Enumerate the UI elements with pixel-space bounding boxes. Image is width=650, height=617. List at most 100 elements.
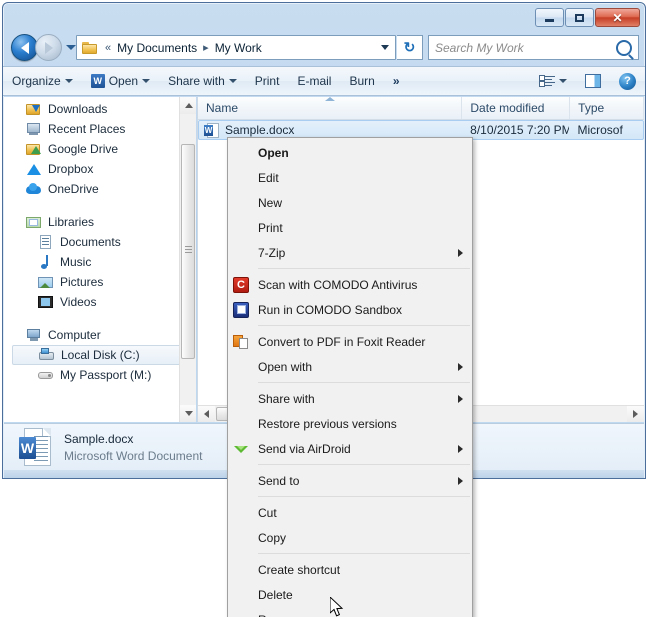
submenu-chevron-right-icon (458, 362, 463, 371)
chevron-down-icon (184, 411, 193, 416)
menu-item-rename[interactable]: Rename (228, 607, 472, 617)
preview-pane-icon (585, 74, 601, 88)
menu-item-open-with[interactable]: Open with (228, 354, 472, 379)
breadcrumb-item-my-work[interactable]: My Work (212, 40, 265, 56)
minimize-button[interactable] (535, 8, 564, 27)
menu-item-copy[interactable]: Copy (228, 525, 472, 550)
comodo-antivirus-icon: C (233, 276, 249, 293)
menu-item-create-shortcut[interactable]: Create shortcut (228, 557, 472, 582)
menu-item-cut[interactable]: Cut (228, 500, 472, 525)
menu-item-new[interactable]: New (228, 190, 472, 215)
help-button[interactable]: ? (611, 69, 644, 93)
menu-item-send-via-airdroid[interactable]: Send via AirDroid (228, 436, 472, 461)
cell-name: Sample.docx (199, 122, 462, 138)
foxit-pdf-icon (233, 334, 249, 350)
address-bar[interactable]: « My Documents ▸ My Work (76, 35, 396, 60)
context-menu-separator (258, 268, 470, 269)
scroll-up-button[interactable] (180, 97, 196, 114)
details-file-name: Sample.docx (64, 432, 134, 446)
sidebar-item-recent-places[interactable]: Recent Places (4, 119, 196, 139)
menu-item-restore-previous-versions[interactable]: Restore previous versions (228, 411, 472, 436)
sidebar-item-label: Pictures (60, 275, 104, 289)
help-icon: ? (619, 72, 636, 90)
menu-item-send-to[interactable]: Send to (228, 468, 472, 493)
sidebar-item-pictures[interactable]: Pictures (4, 272, 196, 292)
show-preview-pane-button[interactable] (577, 69, 609, 93)
column-header-date-modified[interactable]: Date modified (462, 97, 571, 119)
word-document-icon (204, 122, 219, 138)
chevron-up-icon (184, 103, 193, 108)
menu-item-label: New (258, 195, 283, 210)
sidebar-item-documents[interactable]: Documents (4, 232, 196, 252)
search-input[interactable]: Search My Work (428, 35, 639, 60)
sidebar-item-computer[interactable]: Computer (4, 325, 196, 345)
open-button[interactable]: W Open (83, 69, 158, 93)
print-button[interactable]: Print (247, 69, 288, 93)
word-letter: W (19, 436, 36, 459)
maximize-icon (575, 13, 584, 22)
menu-item-label: Open with (258, 359, 313, 374)
menu-item-7-zip[interactable]: 7-Zip (228, 240, 472, 265)
column-header-type[interactable]: Type (570, 97, 644, 119)
sidebar-item-music[interactable]: Music (4, 252, 196, 272)
scrollbar-thumb[interactable] (181, 144, 195, 359)
menu-item-scan-with-comodo-antivirus[interactable]: C Scan with COMODO Antivirus (228, 272, 472, 297)
address-row: « My Documents ▸ My Work ↻ Search My Wor… (3, 31, 645, 65)
sidebar-item-google-drive[interactable]: Google Drive (4, 139, 196, 159)
sidebar-item-dropbox[interactable]: Dropbox (4, 159, 196, 179)
sidebar-item-onedrive[interactable]: OneDrive (4, 179, 196, 199)
breadcrumb-chevrons[interactable]: « (105, 42, 111, 54)
organize-button[interactable]: Organize (4, 69, 81, 93)
forward-button[interactable] (35, 34, 62, 61)
documents-library-icon (38, 235, 54, 249)
overflow-button[interactable]: » (385, 69, 408, 93)
scroll-left-button[interactable] (198, 406, 215, 422)
menu-item-label: Edit (258, 170, 279, 185)
cell-type: Microsof (577, 123, 623, 137)
menu-item-label: Open (258, 145, 289, 160)
address-chevron-down-icon[interactable] (381, 45, 389, 50)
sidebar-item-downloads[interactable]: Downloads (4, 99, 196, 119)
change-view-button[interactable] (531, 69, 575, 93)
menu-item-convert-to-pdf-in-foxit-reader[interactable]: Convert to PDF in Foxit Reader (228, 329, 472, 354)
context-menu-items: Open Edit New Print 7-Zip C Scan with COMODO A… (228, 140, 472, 617)
maximize-button[interactable] (565, 8, 594, 27)
nav-vertical-scrollbar[interactable] (179, 97, 196, 422)
scroll-down-button[interactable] (180, 405, 196, 422)
menu-item-label: 7-Zip (258, 245, 286, 260)
menu-item-run-in-comodo-sandbox[interactable]: Run in COMODO Sandbox (228, 297, 472, 322)
nav-group-gap (4, 199, 196, 212)
refresh-button[interactable]: ↻ (397, 35, 423, 60)
view-layout-icon (539, 74, 555, 88)
menu-item-edit[interactable]: Edit (228, 165, 472, 190)
column-header-name[interactable]: Name (198, 97, 463, 119)
email-button[interactable]: E-mail (289, 69, 339, 93)
menu-item-print[interactable]: Print (228, 215, 472, 240)
menu-item-share-with[interactable]: Share with (228, 386, 472, 411)
sidebar-item-videos[interactable]: Videos (4, 292, 196, 312)
sidebar-item-label: Videos (60, 295, 97, 309)
downloads-folder-icon (26, 102, 42, 116)
menu-item-open[interactable]: Open (228, 140, 472, 165)
burn-label: Burn (349, 74, 375, 88)
sidebar-item-local-disk-c[interactable]: Local Disk (C:) (12, 345, 192, 365)
sidebar-item-libraries[interactable]: Libraries (4, 212, 196, 232)
column-header-label: Type (578, 101, 605, 115)
menu-item-label: Delete (258, 587, 293, 602)
recent-locations-chevron-down-icon[interactable] (66, 45, 76, 50)
burn-button[interactable]: Burn (341, 69, 382, 93)
sidebar-item-label: Dropbox (48, 162, 94, 176)
search-icon (616, 39, 632, 56)
submenu-chevron-right-icon (458, 248, 463, 257)
refresh-icon: ↻ (403, 39, 416, 55)
forward-arrow-icon (44, 41, 53, 54)
menu-item-delete[interactable]: Delete (228, 582, 472, 607)
scroll-right-button[interactable] (627, 406, 644, 422)
window-controls: ✕ (535, 8, 640, 27)
back-button[interactable] (11, 34, 38, 61)
share-with-button[interactable]: Share with (160, 69, 245, 93)
sidebar-item-label: Music (60, 255, 92, 269)
breadcrumb-item-my-documents[interactable]: My Documents (114, 40, 200, 56)
close-button[interactable]: ✕ (595, 8, 640, 27)
sidebar-item-my-passport-m[interactable]: My Passport (M:) (4, 365, 196, 385)
